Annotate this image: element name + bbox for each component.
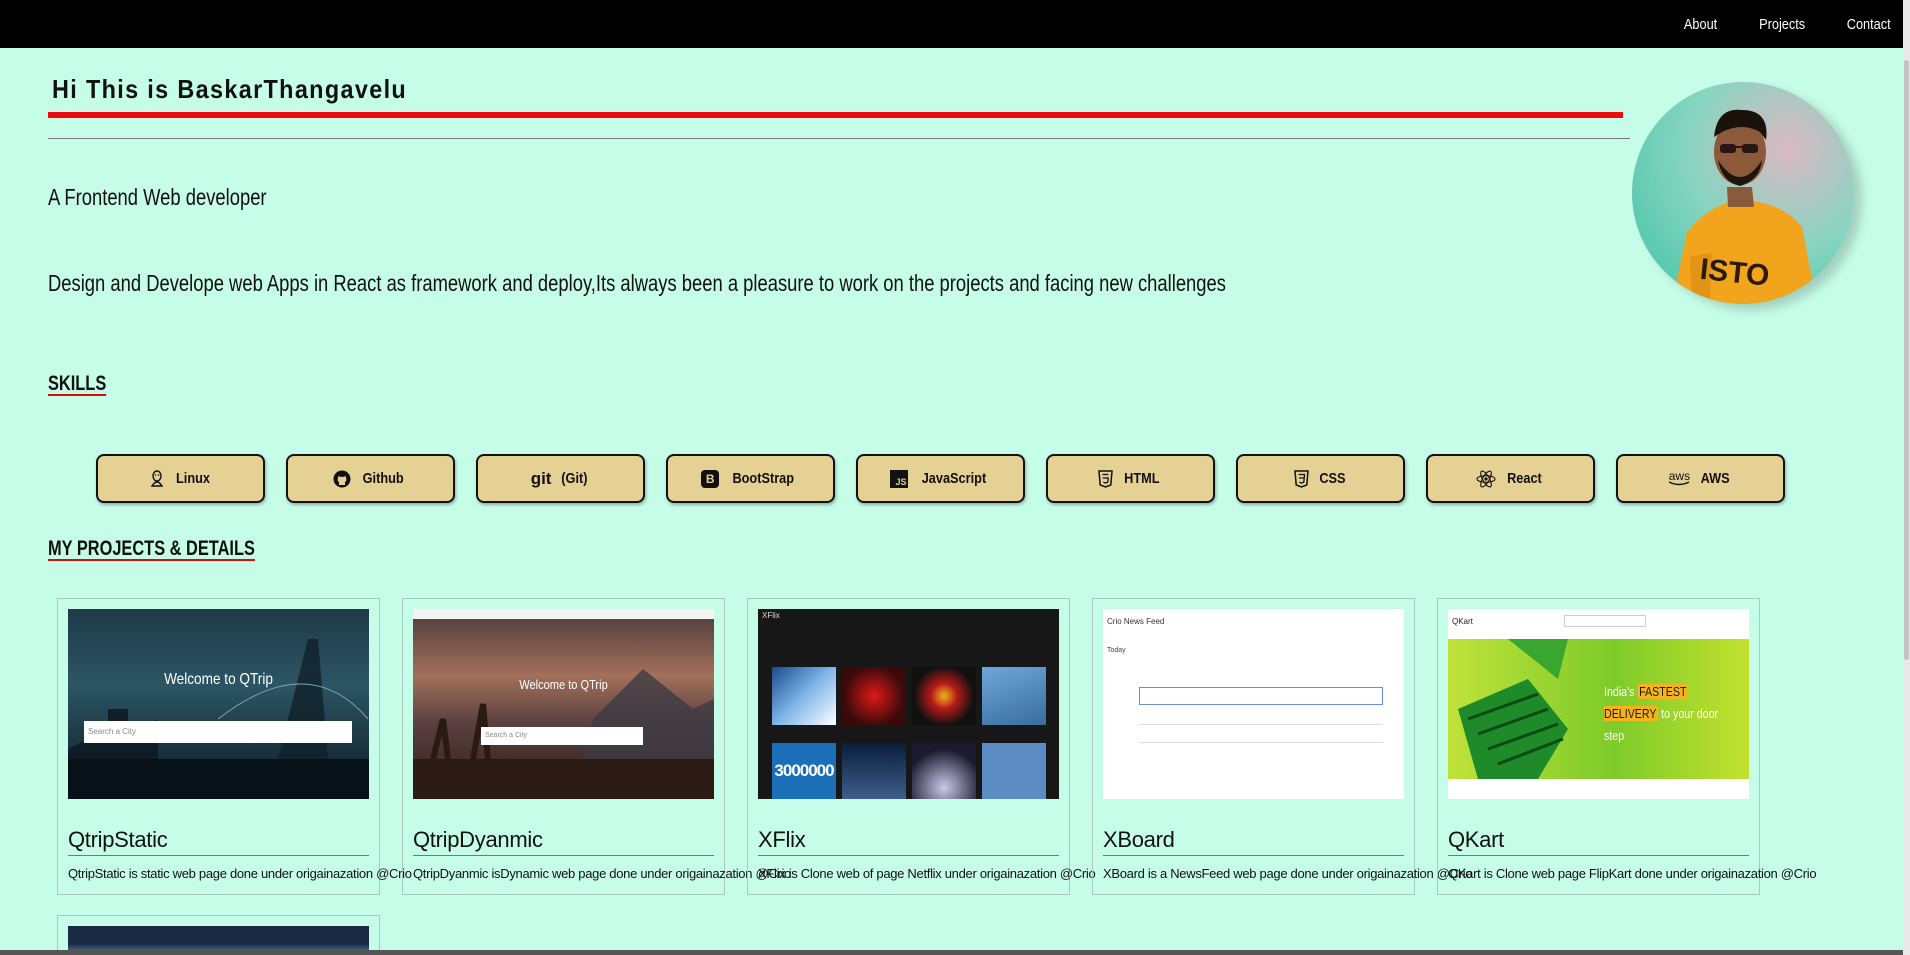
project-title: XFlix: [758, 827, 1059, 856]
qkart-banner: India's FASTEST DELIVERY to your door st…: [1448, 639, 1749, 779]
project-card-qtripstatic[interactable]: Welcome to QTrip Search a City QtripStat…: [57, 598, 412, 895]
xboard-heading: Crio News Feed: [1107, 617, 1165, 626]
video-tile: [982, 667, 1046, 725]
profile-avatar: ISTO: [1632, 82, 1854, 304]
project-card-partial[interactable]: [57, 915, 380, 955]
skill-label: CSS: [1318, 470, 1346, 487]
qkart-headline: India's FASTEST DELIVERY to your door st…: [1604, 681, 1725, 747]
xflix-brand: XFlix: [762, 611, 780, 620]
xflix-tile-grid-row2: 3000000: [772, 743, 1046, 799]
project-card-qtripdyanmic[interactable]: Welcome to QTrip Search a City QtripDyan…: [402, 598, 791, 895]
projects-grid: Welcome to QTrip Search a City QtripStat…: [57, 598, 1817, 895]
project-screenshot: QKart India's FASTEST DELIVERY to your d…: [1448, 609, 1749, 799]
video-tile-count: 3000000: [772, 743, 836, 799]
video-tile: [842, 667, 906, 725]
project-screenshot: Welcome to QTrip Search a City: [413, 609, 714, 799]
javascript-icon: JS: [889, 469, 908, 488]
project-card-xboard[interactable]: Crio News Feed Today XBoard XBoard is a …: [1092, 598, 1473, 895]
skill-button-html[interactable]: HTML: [1046, 454, 1215, 503]
skills-list: Linux Github git (Git) B BootStrap JS Ja…: [96, 454, 1785, 503]
qtrip-welcome-text: Welcome to QTrip: [519, 677, 608, 692]
qkart-search: [1564, 615, 1646, 627]
title-grey-divider: [48, 138, 1630, 139]
qkart-brand: QKart: [1452, 617, 1473, 626]
css3-icon: [1293, 469, 1309, 488]
xboard-subheading: Today: [1107, 647, 1126, 654]
skill-button-javascript[interactable]: JS JavaScript: [856, 454, 1025, 503]
hero-title: Hi This is BaskarThangavelu: [52, 74, 408, 104]
page-scrollbar[interactable]: [1903, 0, 1910, 955]
skill-label: HTML: [1124, 470, 1160, 487]
project-screenshot: XFlix 3000000: [758, 609, 1059, 799]
qtrip-welcome-text: Welcome to QTrip: [164, 671, 273, 688]
video-tile: [912, 743, 976, 799]
title-red-divider: [48, 112, 1623, 118]
project-screenshot: Welcome to QTrip Search a City: [68, 609, 369, 799]
scrollbar-thumb[interactable]: [1904, 60, 1909, 660]
skill-button-bootstrap[interactable]: B BootStrap: [666, 454, 835, 503]
aws-icon-text: aws: [1668, 468, 1691, 483]
project-title: XBoard: [1103, 827, 1404, 856]
skill-label: Github: [362, 470, 405, 487]
hero-tagline: A Frontend Web developer: [48, 184, 267, 210]
nav-about-link[interactable]: About: [1684, 16, 1717, 33]
skill-button-css[interactable]: CSS: [1236, 454, 1405, 503]
video-tile: [912, 667, 976, 725]
skill-button-aws[interactable]: aws AWS: [1616, 454, 1785, 503]
skill-button-github[interactable]: Github: [286, 454, 455, 503]
bootstrap-icon: B: [701, 469, 720, 488]
linux-icon: [149, 469, 165, 488]
project-description: QKart is Clone web page FlipKart done un…: [1448, 866, 1817, 881]
xboard-accordion: [1139, 687, 1383, 743]
project-title: QtripStatic: [68, 827, 369, 856]
project-description: XFlix is Clone web of page Netflix under…: [758, 866, 1096, 881]
skill-label: (Git): [561, 470, 588, 487]
project-screenshot: Crio News Feed Today: [1103, 609, 1404, 799]
video-tile: [842, 743, 906, 799]
skill-button-git[interactable]: git (Git): [476, 454, 645, 503]
skill-label: BootStrap: [732, 470, 795, 487]
bottom-edge: [0, 950, 1903, 955]
skill-label: React: [1507, 470, 1542, 487]
html5-icon: [1098, 469, 1113, 488]
qkart-headline-pre: India's: [1604, 684, 1635, 699]
project-title: QtripDyanmic: [413, 827, 714, 856]
skill-button-linux[interactable]: Linux: [96, 454, 265, 503]
xflix-tile-grid: [772, 667, 1046, 725]
qtrip-search-input: Search a City: [84, 721, 352, 743]
video-tile: [772, 667, 836, 725]
video-tile: [982, 743, 1046, 799]
project-card-qkart[interactable]: QKart India's FASTEST DELIVERY to your d…: [1437, 598, 1817, 895]
projects-heading: MY PROJECTS & DETAILS: [48, 537, 255, 560]
skills-heading: SKILLS: [48, 372, 107, 395]
react-icon: [1476, 469, 1496, 488]
nav-projects-link[interactable]: Projects: [1759, 16, 1805, 33]
nav-contact-link[interactable]: Contact: [1847, 16, 1891, 33]
hero-description: Design and Develope web Apps in React as…: [48, 270, 1226, 296]
top-navbar: About Projects Contact: [0, 0, 1903, 48]
skill-label: AWS: [1700, 470, 1731, 487]
skill-button-react[interactable]: React: [1426, 454, 1595, 503]
project-description: QtripStatic is static web page done unde…: [68, 866, 412, 881]
project-description: XBoard is a NewsFeed web page done under…: [1103, 866, 1473, 881]
git-icon: git: [530, 468, 552, 488]
skill-label: Linux: [175, 470, 210, 487]
qtrip-search-input: Search a City: [481, 727, 643, 745]
github-icon: [333, 470, 351, 488]
project-description: QtripDyanmic isDynamic web page done und…: [413, 866, 791, 881]
skill-label: JavaScript: [921, 470, 986, 487]
project-card-xflix[interactable]: XFlix 3000000 XFlix XFlix is Clone web o…: [747, 598, 1096, 895]
project-title: QKart: [1448, 827, 1749, 856]
aws-icon: aws: [1668, 468, 1691, 487]
